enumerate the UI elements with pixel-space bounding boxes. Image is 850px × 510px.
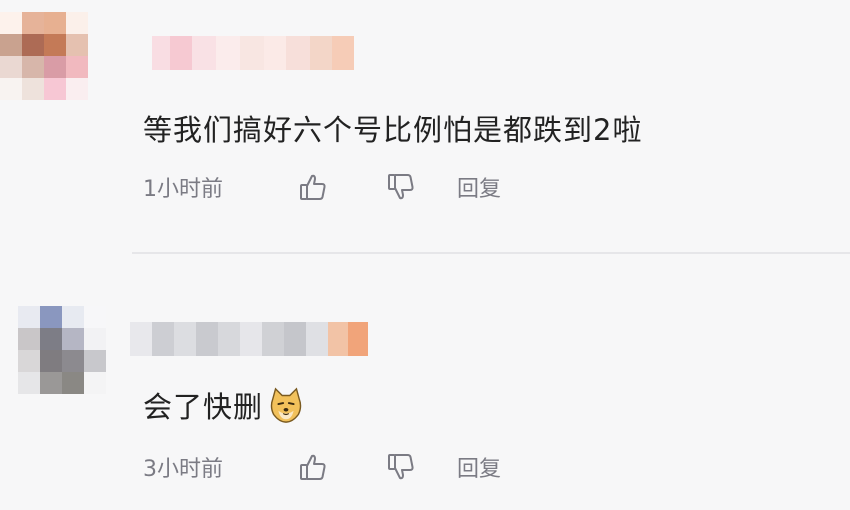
like-button[interactable]: [293, 170, 333, 204]
dislike-button[interactable]: [381, 450, 421, 484]
comment-item: 等我们搞好六个号比例怕是都跌到2啦 1小时前 回复: [0, 0, 850, 252]
comment-meta: 1小时前 回复: [143, 170, 501, 204]
comment-text: 会了快删: [143, 384, 305, 426]
timestamp: 1小时前: [143, 177, 223, 202]
thumbs-up-icon: [300, 454, 326, 480]
username-pixelated[interactable]: [152, 36, 354, 70]
dislike-button[interactable]: [381, 170, 421, 204]
like-button[interactable]: [293, 450, 333, 484]
comment-meta: 3小时前 回复: [143, 450, 501, 484]
reply-button[interactable]: 回复: [457, 451, 501, 483]
avatar[interactable]: [0, 12, 88, 100]
username-pixelated[interactable]: [130, 322, 368, 356]
thumbs-down-icon: [388, 174, 414, 200]
reply-button[interactable]: 回复: [457, 171, 501, 203]
avatar[interactable]: [18, 306, 106, 394]
thumbs-down-icon: [388, 454, 414, 480]
timestamp: 3小时前: [143, 457, 223, 482]
comment-item: 会了快删 3小时前 回复: [0, 254, 850, 510]
doge-emoji-icon: [270, 387, 302, 423]
thumbs-up-icon: [300, 174, 326, 200]
comment-text-content: 会了快删: [143, 390, 264, 424]
comment-text: 等我们搞好六个号比例怕是都跌到2啦: [143, 113, 643, 147]
